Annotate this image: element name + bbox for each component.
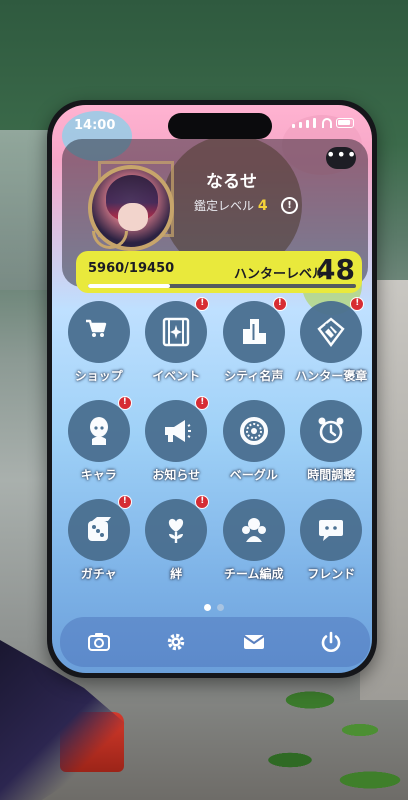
- appraisal-level: 鑑定レベル 4: [194, 197, 268, 214]
- status-icons: [292, 118, 354, 128]
- dice-icon: [87, 517, 111, 541]
- app-cart-button[interactable]: ショップ: [60, 301, 138, 384]
- gear-icon: [168, 633, 185, 651]
- app-grid: ショップ! イベント! シティ名声! ハンター褒章! キャラ! お知らせ ベーグル 時間調整!…: [60, 297, 371, 582]
- settings-button[interactable]: [161, 627, 191, 657]
- status-time: 14:00: [74, 118, 116, 133]
- app-chat-bubble-button[interactable]: フレンド: [293, 499, 371, 582]
- signal-bar: [292, 124, 295, 128]
- app-film-sparkle-button[interactable]: ! イベント: [138, 297, 216, 384]
- appraisal-label: 鑑定レベル: [194, 199, 255, 213]
- app-icon-circle[interactable]: !: [67, 396, 132, 462]
- exp-progress-fill: [88, 284, 170, 288]
- app-label: ハンター褒章: [295, 369, 368, 383]
- app-icon-circle[interactable]: !: [222, 297, 287, 363]
- phone-screen: 14:00 なるせ 鑑定レベル 4 ! ••• 5960/19450 ハンターレ…: [52, 105, 372, 673]
- background-plant: [250, 660, 408, 800]
- app-label: ガチャ: [80, 567, 117, 581]
- camera-button[interactable]: [84, 627, 114, 657]
- app-label: 時間調整: [307, 468, 356, 482]
- hunter-level-value: 48: [316, 253, 355, 286]
- app-icon-circle[interactable]: !: [67, 495, 132, 561]
- bagel-icon: [239, 417, 268, 445]
- exp-progress-bar: [88, 284, 356, 288]
- profile-card[interactable]: なるせ 鑑定レベル 4 ! ••• 5960/19450 ハンターレベル 48: [62, 139, 368, 293]
- app-icon-circle[interactable]: !: [145, 495, 210, 561]
- app-team-button[interactable]: チーム編成: [215, 499, 293, 582]
- app-alarm-clock-button[interactable]: 時間調整: [293, 400, 371, 483]
- notification-badge: !: [117, 396, 132, 410]
- app-icon-circle[interactable]: [67, 301, 130, 363]
- app-label: ベーグル: [229, 468, 278, 482]
- mail-icon: [243, 635, 265, 649]
- chat-bubble-icon: [319, 520, 344, 541]
- app-label: シティ名声: [224, 369, 284, 383]
- notification-badge: !: [195, 297, 210, 311]
- app-character-button[interactable]: ! キャラ: [60, 396, 138, 483]
- buildings-icon: [242, 319, 266, 344]
- page-indicator: [204, 604, 224, 611]
- app-icon-circle[interactable]: [300, 499, 363, 561]
- camera-icon: [87, 633, 110, 651]
- more-options-button[interactable]: •••: [326, 147, 356, 169]
- cart-icon: [85, 319, 106, 337]
- signal-bar: [306, 120, 309, 128]
- medal-icon: [317, 317, 345, 347]
- notification-badge: !: [117, 495, 132, 509]
- film-sparkle-icon: [163, 317, 190, 347]
- app-icon-circle[interactable]: !: [145, 396, 210, 462]
- notification-badge: !: [195, 495, 210, 509]
- player-name: なるせ: [206, 172, 257, 192]
- app-icon-circle[interactable]: [222, 499, 285, 561]
- app-label: イベント: [152, 369, 201, 383]
- app-icon-circle[interactable]: !: [145, 297, 210, 363]
- battery-icon: [336, 118, 354, 128]
- app-buildings-button[interactable]: ! シティ名声: [215, 297, 293, 384]
- app-icon-circle[interactable]: [300, 400, 363, 462]
- hunter-level-label: ハンターレベル: [234, 267, 326, 282]
- app-icon-circle[interactable]: !: [300, 297, 365, 363]
- heart-flower-icon: [169, 518, 184, 543]
- app-icon-circle[interactable]: [222, 400, 285, 462]
- page-dot[interactable]: [217, 604, 224, 611]
- notification-badge: !: [350, 297, 365, 311]
- mail-button[interactable]: [239, 627, 269, 657]
- signal-bar: [299, 122, 302, 128]
- wifi-icon: [322, 118, 332, 128]
- app-dice-button[interactable]: ! ガチャ: [60, 495, 138, 582]
- app-bagel-button[interactable]: ベーグル: [215, 400, 293, 483]
- phone: 14:00 なるせ 鑑定レベル 4 ! ••• 5960/19450 ハンターレ…: [47, 100, 377, 678]
- power-button[interactable]: [316, 627, 346, 657]
- page-dot[interactable]: [204, 604, 211, 611]
- app-label: フレンド: [307, 567, 356, 581]
- character-icon: [89, 417, 108, 445]
- dynamic-island: [168, 113, 272, 139]
- info-icon[interactable]: !: [281, 197, 298, 214]
- exp-value: 5960/19450: [88, 261, 175, 276]
- app-label: チーム編成: [223, 567, 284, 581]
- app-megaphone-button[interactable]: ! お知らせ: [138, 396, 216, 483]
- team-icon: [241, 518, 266, 542]
- dock: [60, 617, 370, 667]
- megaphone-icon: [165, 420, 192, 442]
- app-label: ショップ: [74, 369, 123, 383]
- signal-bar: [313, 118, 316, 128]
- app-label: お知らせ: [152, 468, 201, 482]
- app-heart-flower-button[interactable]: ! 絆: [138, 495, 216, 582]
- app-medal-button[interactable]: ! ハンター褒章: [293, 297, 371, 384]
- hunter-level-strip: 5960/19450 ハンターレベル 48: [76, 251, 362, 293]
- notification-badge: !: [272, 297, 287, 311]
- notification-badge: !: [195, 396, 210, 410]
- appraisal-level-value: 4: [257, 198, 268, 214]
- app-label: 絆: [170, 567, 183, 581]
- alarm-clock-icon: [318, 417, 344, 444]
- power-icon: [321, 631, 341, 652]
- app-label: キャラ: [80, 468, 117, 482]
